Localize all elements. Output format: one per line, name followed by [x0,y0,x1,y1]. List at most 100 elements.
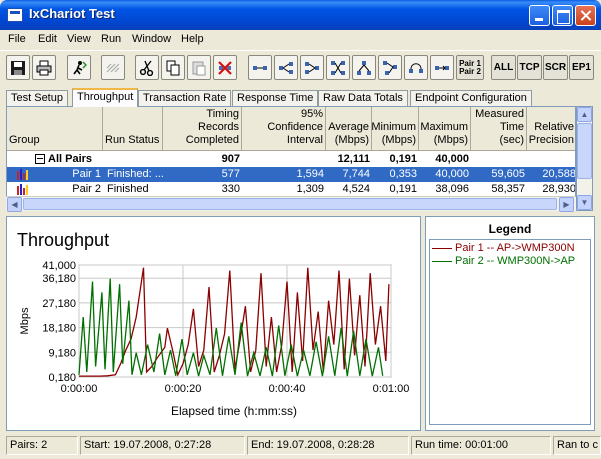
pair-bars-icon [17,169,29,180]
column-header-maximum[interactable]: Maximum (Mbps) [419,107,471,151]
pair-run-status: Finished [107,183,149,195]
column-header-run-status[interactable]: Run Status [103,107,163,151]
table-row[interactable]: Pair 2 Finished 330 1,309 4,524 0,191 38… [7,182,576,197]
scroll-right-icon[interactable]: ▶ [559,197,574,212]
add-group-button[interactable] [300,55,324,80]
status-bar: Pairs: 2 Start: 19.07.2008, 0:27:28 End:… [0,433,601,459]
filter-scr-button[interactable]: SCR [543,55,568,80]
tab-response-time[interactable]: Response Time [232,90,319,106]
print-button[interactable] [32,55,56,80]
legend-entry[interactable]: Pair 1 -- AP->WMP300N [432,242,575,255]
topology-icon [383,60,397,75]
add-pair-button[interactable] [248,55,272,80]
status-end-time: End: 19.07.2008, 0:28:28 [247,436,409,455]
loop-button[interactable] [404,55,428,80]
menu-view[interactable]: View [67,33,91,45]
scroll-left-icon[interactable]: ◀ [7,197,22,212]
delete-button[interactable] [213,55,237,80]
column-header-minimum[interactable]: Minimum (Mbps) [371,107,419,151]
legend-entry[interactable]: Pair 2 -- WMP300N->AP [432,255,575,268]
loop-icon [409,62,423,73]
x-tick-label: 0:00:20 [165,383,202,395]
link-button[interactable] [430,55,454,80]
topology-button[interactable] [378,55,402,80]
status-pairs: Pairs: 2 [6,436,78,455]
network-icon [357,60,371,75]
menu-help[interactable]: Help [181,33,204,45]
y-tick-label: 27,180 [42,298,76,310]
vertical-scrollbar[interactable]: ▲ ▼ [576,106,593,211]
throughput-chart: 0,1809,18018,18027,18036,18041,0000:00:0… [19,260,410,418]
stop-button[interactable] [101,55,125,80]
paste-button[interactable] [187,55,211,80]
column-header-timing-records[interactable]: Timing Records Completed [163,107,242,151]
legend-swatch [432,260,452,262]
menu-run[interactable]: Run [101,33,121,45]
tab-test-setup[interactable]: Test Setup [6,90,68,106]
column-header-group[interactable]: Group [7,107,103,151]
pair-selector-bottom-label: Pair 2 [459,66,481,76]
x-tick-label: 0:00:40 [269,383,306,395]
filter-ep1-button[interactable]: EP1 [569,55,594,80]
legend-label: Pair 1 -- AP->WMP300N [455,242,575,254]
tab-endpoint-configuration[interactable]: Endpoint Configuration [410,90,532,106]
legend-box[interactable]: Pair 1 -- AP->WMP300N Pair 2 -- WMP300N-… [429,239,591,425]
horizontal-scrollbar[interactable]: ◀ ▶ [6,196,576,212]
y-tick-label: 41,000 [42,260,76,272]
all-pairs-minimum: 0,191 [389,153,417,165]
column-header-measured-time[interactable]: Measured Time (sec) [471,107,527,151]
collapse-icon[interactable] [35,154,45,164]
copy-button[interactable] [161,55,185,80]
delete-pair-icon [218,60,232,75]
filter-all-button[interactable]: ALL [491,55,516,80]
column-header-average[interactable]: Average (Mbps) [326,107,372,151]
menu-window[interactable]: Window [132,33,171,45]
menu-bar: File Edit View Run Window Help [0,30,601,49]
pair-maximum: 40,000 [435,168,469,180]
tab-raw-data-totals[interactable]: Raw Data Totals [318,90,408,106]
pair-minimum: 0,353 [389,168,417,180]
tab-transaction-rate[interactable]: Transaction Rate [138,90,232,106]
menu-edit[interactable]: Edit [38,33,57,45]
pair-selector-button[interactable]: Pair 1 Pair 2 [456,55,484,80]
pair-average: 7,744 [342,168,370,180]
pair-relative-precision: 28,930 [542,183,576,195]
cut-button[interactable] [135,55,159,80]
minimize-button[interactable] [529,5,550,26]
mesh-button[interactable] [326,55,350,80]
title-bar[interactable]: IxChariot Test [0,0,601,30]
y-tick-label: 36,180 [42,273,76,285]
scroll-up-icon[interactable]: ▲ [577,107,592,122]
column-header-confidence[interactable]: 95% Confidence Interval [242,107,326,151]
maximize-button[interactable] [552,5,573,26]
legend-title: Legend [488,222,532,236]
status-completion: Ran to c [553,436,601,455]
pair-maximum: 38,096 [435,183,469,195]
app-icon [7,8,23,22]
network-button[interactable] [352,55,376,80]
x-tick-label: 0:01:00 [373,383,410,395]
pair-confidence: 1,594 [296,168,324,180]
scroll-down-icon[interactable]: ▼ [577,195,592,210]
menu-file[interactable]: File [8,33,26,45]
column-header-relative-precision[interactable]: Relative Precision [527,107,575,151]
legend-swatch [432,247,452,249]
table-row[interactable]: Pair 1 Finished: ... 577 1,594 7,744 0,3… [7,167,575,182]
close-button[interactable] [575,5,596,26]
x-tick-label: 0:00:00 [61,383,98,395]
save-button[interactable] [6,55,30,80]
y-tick-label: 9,180 [48,347,76,359]
pair-minimum: 0,191 [389,183,417,195]
horizontal-scroll-thumb[interactable] [23,198,557,210]
legend-panel: Legend Pair 1 -- AP->WMP300N Pair 2 -- W… [425,216,595,431]
pair-group: Pair 1 [72,168,101,180]
vertical-scroll-thumb[interactable] [577,123,592,179]
run-button[interactable] [67,55,91,80]
filter-tcp-button[interactable]: TCP [517,55,542,80]
scissors-icon [139,60,154,76]
toolbar: Pair 1 Pair 2 ALL TCP SCR EP1 [0,50,601,84]
add-multicast-button[interactable] [274,55,298,80]
table-row-all-pairs[interactable]: All Pairs 907 12,111 0,191 40,000 [7,152,575,167]
tab-throughput[interactable]: Throughput [72,88,139,107]
pair-confidence: 1,309 [296,183,324,195]
